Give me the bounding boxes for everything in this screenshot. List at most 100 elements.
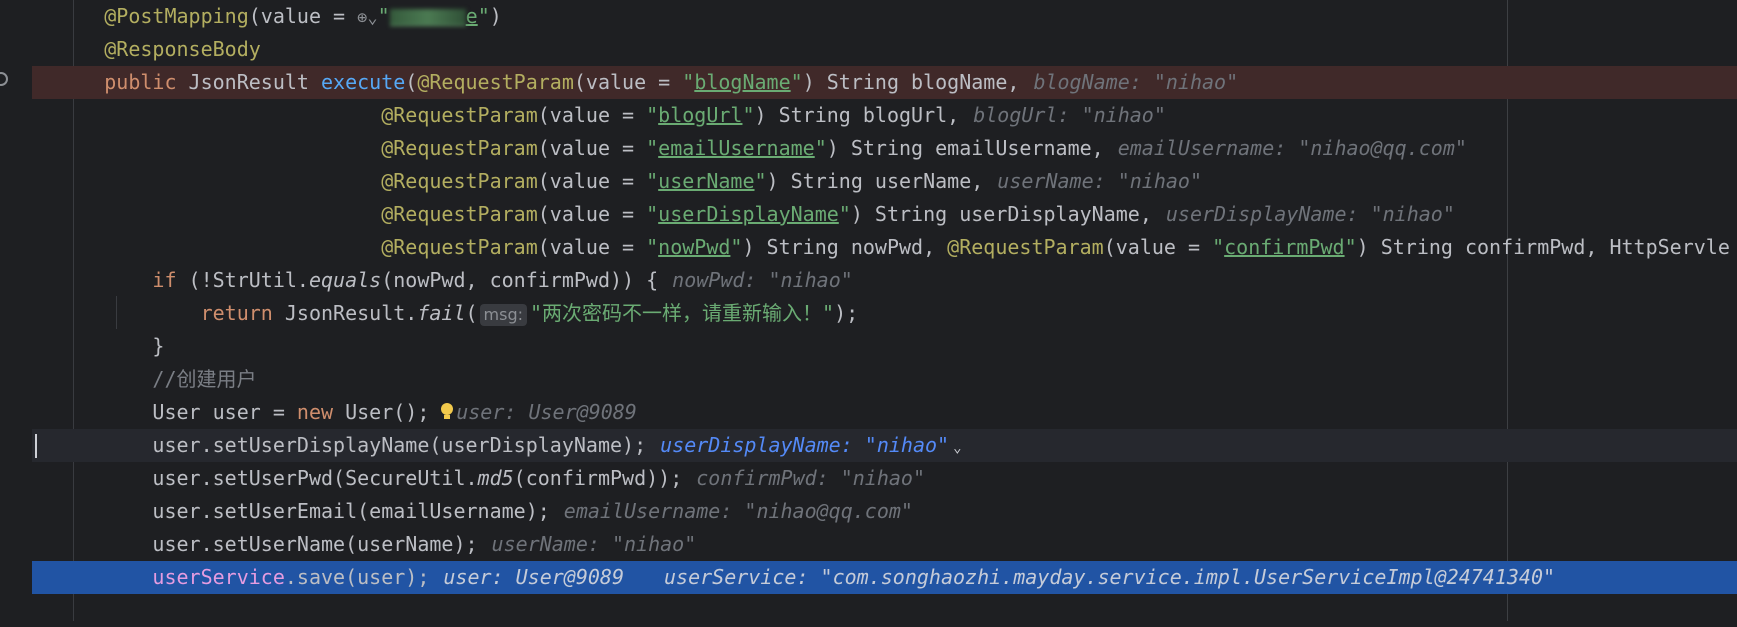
code-token: ) String blogUrl,: [754, 103, 960, 127]
code-token: JsonResult: [176, 70, 321, 94]
code-line[interactable]: @RequestParam(value = "userDisplayName")…: [32, 198, 1737, 231]
code-token: blogName: [694, 70, 791, 94]
inline-debug-value[interactable]: userService: "com.songhaozhi.mayday.serv…: [664, 565, 1555, 589]
code-line[interactable]: @ResponseBody: [32, 33, 1737, 66]
code-token: ) String userName,: [766, 169, 984, 193]
code-token: ": [754, 169, 767, 193]
code-line[interactable]: @RequestParam(value = "emailUsername") S…: [32, 132, 1737, 165]
code-token: user.setUserName(userName);: [152, 532, 478, 556]
code-token: ": [682, 70, 695, 94]
globe-icon[interactable]: ⊕⌄: [357, 8, 377, 28]
code-token: (: [405, 70, 418, 94]
inline-debug-value[interactable]: userName: "nihao": [492, 532, 697, 556]
code-token: @RequestParam: [381, 136, 538, 160]
code-token: emailUsername: [658, 136, 815, 160]
code-line[interactable]: if (!StrUtil.equals(nowPwd, confirmPwd))…: [32, 264, 1737, 297]
code-line[interactable]: @RequestParam(value = "blogUrl") String …: [32, 99, 1737, 132]
code-line[interactable]: @RequestParam(value = "userName") String…: [32, 165, 1737, 198]
code-token: md5: [477, 466, 514, 490]
code-line[interactable]: user.setUserName(userName); userName: "ni…: [32, 528, 1737, 561]
inline-debug-value[interactable]: blogName: "nihao": [1033, 70, 1238, 94]
code-token: confirmPwd: [1224, 235, 1345, 259]
inline-debug-value[interactable]: nowPwd: "nihao": [672, 268, 853, 292]
code-token: @RequestParam: [381, 103, 538, 127]
code-token: execute: [321, 70, 406, 94]
code-token: ": [838, 202, 851, 226]
code-token: //创建用户: [152, 367, 257, 391]
parameter-name-hint: msg:: [479, 303, 528, 326]
code-token: User();: [333, 400, 430, 424]
code-token: ": [742, 103, 755, 127]
code-line[interactable]: @PostMapping(value = ⊕⌄" e"): [32, 0, 1737, 33]
inline-debug-value[interactable]: userDisplayName: "nihao": [1166, 202, 1455, 226]
code-line[interactable]: User user = new User(); user: User@9089: [32, 396, 1737, 429]
code-token: return: [200, 301, 273, 325]
code-token: userService: [152, 565, 285, 589]
code-token: (value =: [537, 202, 647, 226]
code-line[interactable]: [32, 594, 1737, 627]
code-token: ": [730, 235, 743, 259]
code-token: ) String confirmPwd, HttpServle: [1356, 235, 1730, 259]
code-token: ": [814, 136, 827, 160]
lightbulb-icon[interactable]: [429, 403, 454, 424]
code-line[interactable]: }: [32, 330, 1737, 363]
code-token: ) String userDisplayName,: [850, 202, 1152, 226]
code-token: (: [465, 301, 478, 325]
code-editor[interactable]: @PostMapping(value = ⊕⌄" e") @ResponseBod…: [32, 0, 1737, 621]
inline-debug-value[interactable]: emailUsername: "nihao@qq.com": [1118, 136, 1467, 160]
code-token: (value =: [537, 103, 647, 127]
code-token: nowPwd: [658, 235, 731, 259]
code-line[interactable]: user.setUserPwd(SecureUtil.md5(confirmPw…: [32, 462, 1737, 495]
code-line[interactable]: userService.save(user); user: User@9089 us…: [32, 561, 1737, 594]
code-token: ": [646, 136, 659, 160]
code-token: @RequestParam: [381, 202, 538, 226]
code-token: );: [834, 301, 859, 325]
inline-debug-value[interactable]: confirmPwd: "nihao": [696, 466, 925, 490]
code-token: @RequestParam: [381, 235, 538, 259]
redacted-text: [389, 9, 466, 26]
inline-debug-value[interactable]: user: User@9089: [456, 400, 637, 424]
code-line[interactable]: //创建用户: [32, 363, 1737, 396]
code-token: if: [152, 268, 177, 292]
inline-debug-value[interactable]: user: User@9089: [443, 565, 624, 589]
code-token: (value =: [537, 235, 647, 259]
inline-debug-value[interactable]: userDisplayName: "nihao": [660, 433, 949, 457]
code-token: @RequestParam: [381, 169, 538, 193]
code-line[interactable]: return JsonResult.fail(msg: "两次密码不一样，请重新输…: [32, 297, 1737, 330]
code-token: }: [152, 334, 165, 358]
code-token: @RequestParam: [947, 235, 1104, 259]
chevron-down-icon[interactable]: ⌄: [953, 440, 961, 456]
code-line[interactable]: public JsonResult execute(@RequestParam(…: [32, 66, 1737, 99]
code-token: (value =: [1103, 235, 1213, 259]
code-token: equals: [308, 268, 382, 292]
code-token: JsonResult.: [272, 301, 418, 325]
code-token: @PostMapping: [104, 4, 249, 28]
code-token: ": [646, 202, 659, 226]
text-caret: [35, 434, 37, 458]
inline-debug-value[interactable]: userName: "nihao": [997, 169, 1202, 193]
code-token: ) String nowPwd,: [742, 235, 948, 259]
code-line[interactable]: user.setUserDisplayName(userDisplayName)…: [32, 429, 1737, 462]
breakpoint-icon[interactable]: [0, 72, 8, 86]
code-token: User user =: [152, 400, 297, 424]
code-line[interactable]: user.setUserEmail(emailUsername); emailUs…: [32, 495, 1737, 528]
editor-gutter[interactable]: [0, 0, 32, 621]
code-line[interactable]: @RequestParam(value = "nowPwd") String n…: [32, 231, 1737, 264]
code-token: (value =: [573, 70, 683, 94]
inline-debug-value[interactable]: emailUsername: "nihao@qq.com": [564, 499, 913, 523]
code-token: user.setUserPwd(SecureUtil.: [152, 466, 478, 490]
inline-debug-value[interactable]: blogUrl: "nihao": [973, 103, 1166, 127]
